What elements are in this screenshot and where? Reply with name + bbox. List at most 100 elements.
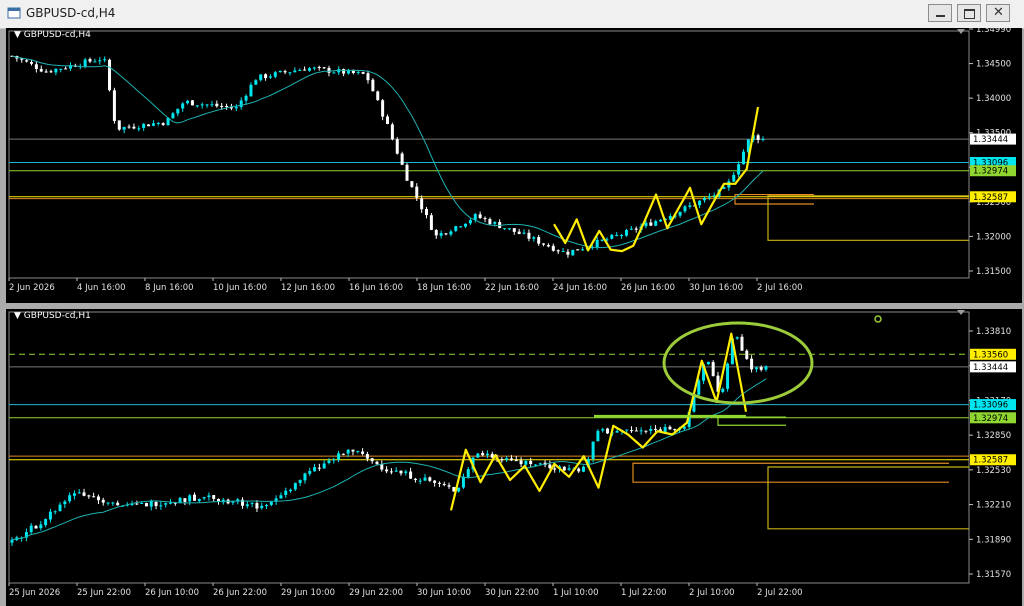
candle-body: [457, 487, 461, 492]
candle-body: [390, 124, 394, 140]
candle-body: [466, 469, 470, 478]
candle-body: [245, 504, 249, 507]
h1-chart-panel[interactable]: 1.338101.334901.331701.328501.325301.322…: [6, 309, 1022, 606]
candle-body: [420, 198, 424, 210]
candle-body: [83, 59, 87, 67]
maximize-button[interactable]: [957, 4, 981, 22]
candle-body: [322, 463, 326, 469]
marker-dot-icon: [874, 315, 882, 323]
y-tick-label: 1.32210: [976, 501, 1011, 511]
candle-body: [103, 59, 107, 61]
x-tick-label: 26 Jun 22:00: [213, 588, 267, 598]
candle-body: [10, 539, 14, 543]
candle-body: [577, 468, 581, 472]
candle-body: [533, 464, 537, 466]
y-tick-label: 1.31890: [976, 535, 1011, 545]
h4-chart-panel[interactable]: 1.349901.345001.340001.335001.330001.325…: [6, 28, 1022, 303]
candle-body: [659, 219, 663, 222]
minimize-button[interactable]: [928, 4, 952, 22]
candle-body: [142, 123, 146, 128]
candle-body: [473, 214, 477, 220]
candle-body: [615, 234, 619, 236]
candle-body: [25, 60, 29, 62]
candle-body: [225, 105, 229, 107]
candle-body: [571, 249, 575, 256]
candle-body: [361, 451, 365, 454]
h4-chart-title: GBPUSD-cd,H4: [23, 30, 91, 40]
candle-body: [615, 430, 619, 433]
candle-body: [178, 497, 182, 503]
y-tick-label: 1.31500: [976, 267, 1011, 277]
candle-body: [385, 469, 389, 472]
candle-body: [524, 460, 528, 465]
candle-body: [356, 71, 360, 73]
candle-body: [207, 495, 211, 498]
candle-body: [639, 430, 643, 432]
candle-body: [92, 496, 96, 498]
candle-body: [346, 449, 350, 454]
candle-body: [303, 473, 307, 481]
close-icon: ✕: [993, 5, 1004, 20]
candle-body: [745, 350, 749, 359]
y-tick-label: 1.34990: [976, 28, 1011, 35]
x-tick-label: 10 Jun 16:00: [213, 283, 267, 293]
x-tick-label: 2 Jul 16:00: [757, 283, 803, 293]
candle-body: [610, 234, 614, 239]
candle-body: [250, 502, 254, 504]
price-label-text: 1.33444: [973, 363, 1008, 373]
candle-body: [478, 214, 482, 218]
candle-body: [706, 361, 710, 365]
h4-chart[interactable]: 1.349901.345001.340001.335001.330001.325…: [6, 28, 1022, 303]
candle-body: [532, 237, 536, 239]
candle-body: [210, 104, 214, 106]
price-label-text: 1.33560: [973, 350, 1008, 360]
zone-box: [632, 462, 949, 483]
x-tick-label: 29 Jun 10:00: [281, 588, 335, 598]
h1-chart[interactable]: 1.338101.334901.331701.328501.325301.322…: [6, 309, 1022, 606]
candle-body: [108, 59, 112, 91]
candle-body: [683, 206, 687, 212]
highlight-ellipse: [662, 321, 814, 405]
candle-body: [188, 495, 192, 502]
candle-body: [259, 74, 263, 81]
candle-body: [82, 492, 86, 496]
candle-body: [341, 453, 345, 455]
candle-body: [376, 91, 380, 101]
candle-body: [581, 249, 585, 251]
candle-body: [649, 222, 653, 226]
candle-body: [591, 441, 595, 459]
plot-frame: [8, 30, 970, 279]
minimize-icon: [936, 15, 945, 17]
candle-body: [96, 496, 100, 501]
candle-body: [415, 186, 419, 198]
candle-body: [409, 471, 413, 479]
zone-box: [767, 466, 969, 530]
candle-body: [468, 220, 472, 224]
candle-body: [303, 69, 307, 71]
candle-body: [260, 505, 264, 509]
candle-body: [122, 126, 126, 130]
candle-body: [197, 499, 201, 502]
candle-body: [101, 499, 105, 503]
h4-symbol-dropdown-icon[interactable]: ▼: [14, 30, 21, 40]
moving-average-line: [11, 55, 764, 249]
close-button[interactable]: ✕: [986, 4, 1010, 22]
candle-body: [200, 104, 204, 106]
candle-body: [283, 71, 287, 73]
y-tick-label: 1.34500: [976, 60, 1011, 70]
candle-body: [147, 124, 151, 127]
candle-body: [127, 126, 131, 128]
candle-body: [600, 239, 604, 241]
h1-symbol-dropdown-icon[interactable]: ▼: [14, 311, 21, 321]
candle-body: [186, 100, 190, 104]
candle-body: [737, 164, 741, 175]
candle-body: [48, 511, 52, 520]
y-tick-label: 1.32530: [976, 466, 1011, 476]
candle-body: [112, 90, 116, 121]
candle-body: [220, 105, 224, 107]
candle-body: [750, 358, 754, 370]
x-tick-label: 18 Jun 16:00: [417, 283, 471, 293]
candle-body: [522, 232, 526, 234]
candle-body: [654, 221, 658, 226]
candle-body: [64, 68, 68, 70]
